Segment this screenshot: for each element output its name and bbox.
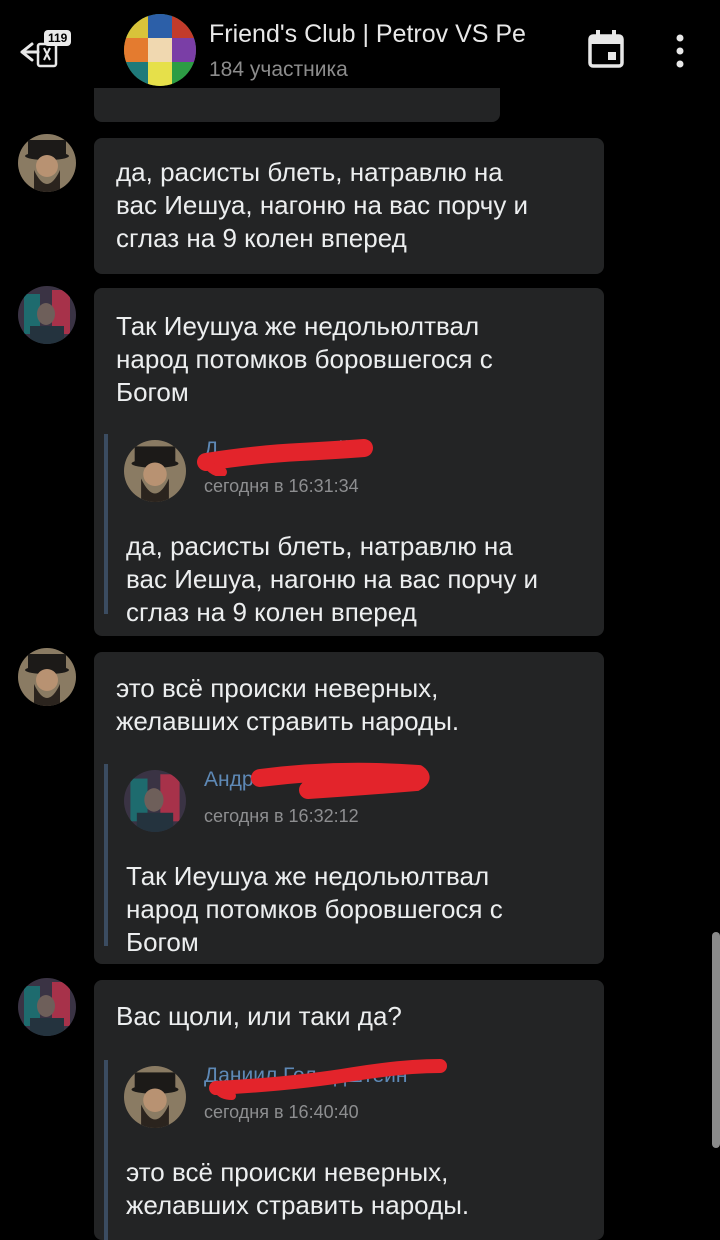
calendar-icon — [588, 30, 624, 68]
quoted-timestamp: сегодня в 16:40:40 — [204, 1102, 359, 1122]
sender-avatar[interactable] — [18, 978, 76, 1036]
previous-message-bubble — [94, 88, 500, 122]
message-text: Так Иеушуа же недольюлтвал народ потомко… — [116, 311, 493, 407]
sender-avatar[interactable] — [18, 648, 76, 706]
chat-title[interactable]: Friend's Club | Petrov VS Pe — [209, 20, 549, 49]
quoted-sender-avatar — [124, 770, 186, 832]
message-bubble[interactable]: это всё происки неверных, желавших страв… — [94, 652, 604, 964]
calendar-button[interactable] — [588, 30, 624, 68]
reply-quote[interactable]: Андре сегодня в 16:32:12 Так Иеушуа же н… — [104, 762, 598, 957]
quoted-timestamp: сегодня в 16:32:12 — [204, 806, 359, 826]
quoted-sender-avatar — [124, 440, 186, 502]
unread-count-badge: 119 — [44, 30, 72, 46]
message-text: да, расисты блеть, натравлю на вас Иешуа… — [116, 157, 529, 253]
message-bubble[interactable]: Так Иеушуа же недольюлтвал народ потомко… — [94, 288, 604, 636]
sender-avatar[interactable] — [18, 286, 76, 344]
message-text: это всё происки неверных, желавших страв… — [116, 673, 460, 736]
redaction-mark — [251, 762, 430, 799]
message-bubble[interactable]: да, расисты блеть, натравлю на вас Иешуа… — [94, 138, 604, 274]
more-options-button[interactable] — [670, 34, 690, 68]
quoted-sender-avatar — [124, 1066, 186, 1128]
reply-quote[interactable]: Даниил Гол дштейн сегодня в 16:40:40 это… — [104, 1059, 598, 1240]
redaction-mark — [197, 439, 373, 476]
more-vertical-icon — [676, 34, 684, 68]
redaction-mark — [209, 1059, 447, 1100]
quoted-text: это всё происки неверных, желавших страв… — [126, 1157, 470, 1220]
scrollbar[interactable] — [712, 932, 720, 1148]
chat-header: 119 Friend's Club | Petrov VS Pe 184 уча… — [0, 0, 720, 100]
quoted-text: Так Иеушуа же недольюлтвал народ потомко… — [126, 861, 503, 957]
member-count: 184 участника — [209, 58, 348, 81]
message-bubble[interactable]: Вас щоли, или таки да? Даниил Гол дштейн… — [94, 980, 604, 1240]
sender-avatar[interactable] — [18, 134, 76, 192]
quoted-text: да, расисты блеть, натравлю на вас Иешуа… — [126, 531, 539, 627]
chat-avatar[interactable] — [124, 14, 196, 86]
reply-quote[interactable]: Д штейн сегодня в 16:31:34 да, расисты б… — [104, 434, 598, 627]
message-text: Вас щоли, или таки да? — [116, 1001, 402, 1031]
quoted-timestamp: сегодня в 16:31:34 — [204, 476, 359, 496]
